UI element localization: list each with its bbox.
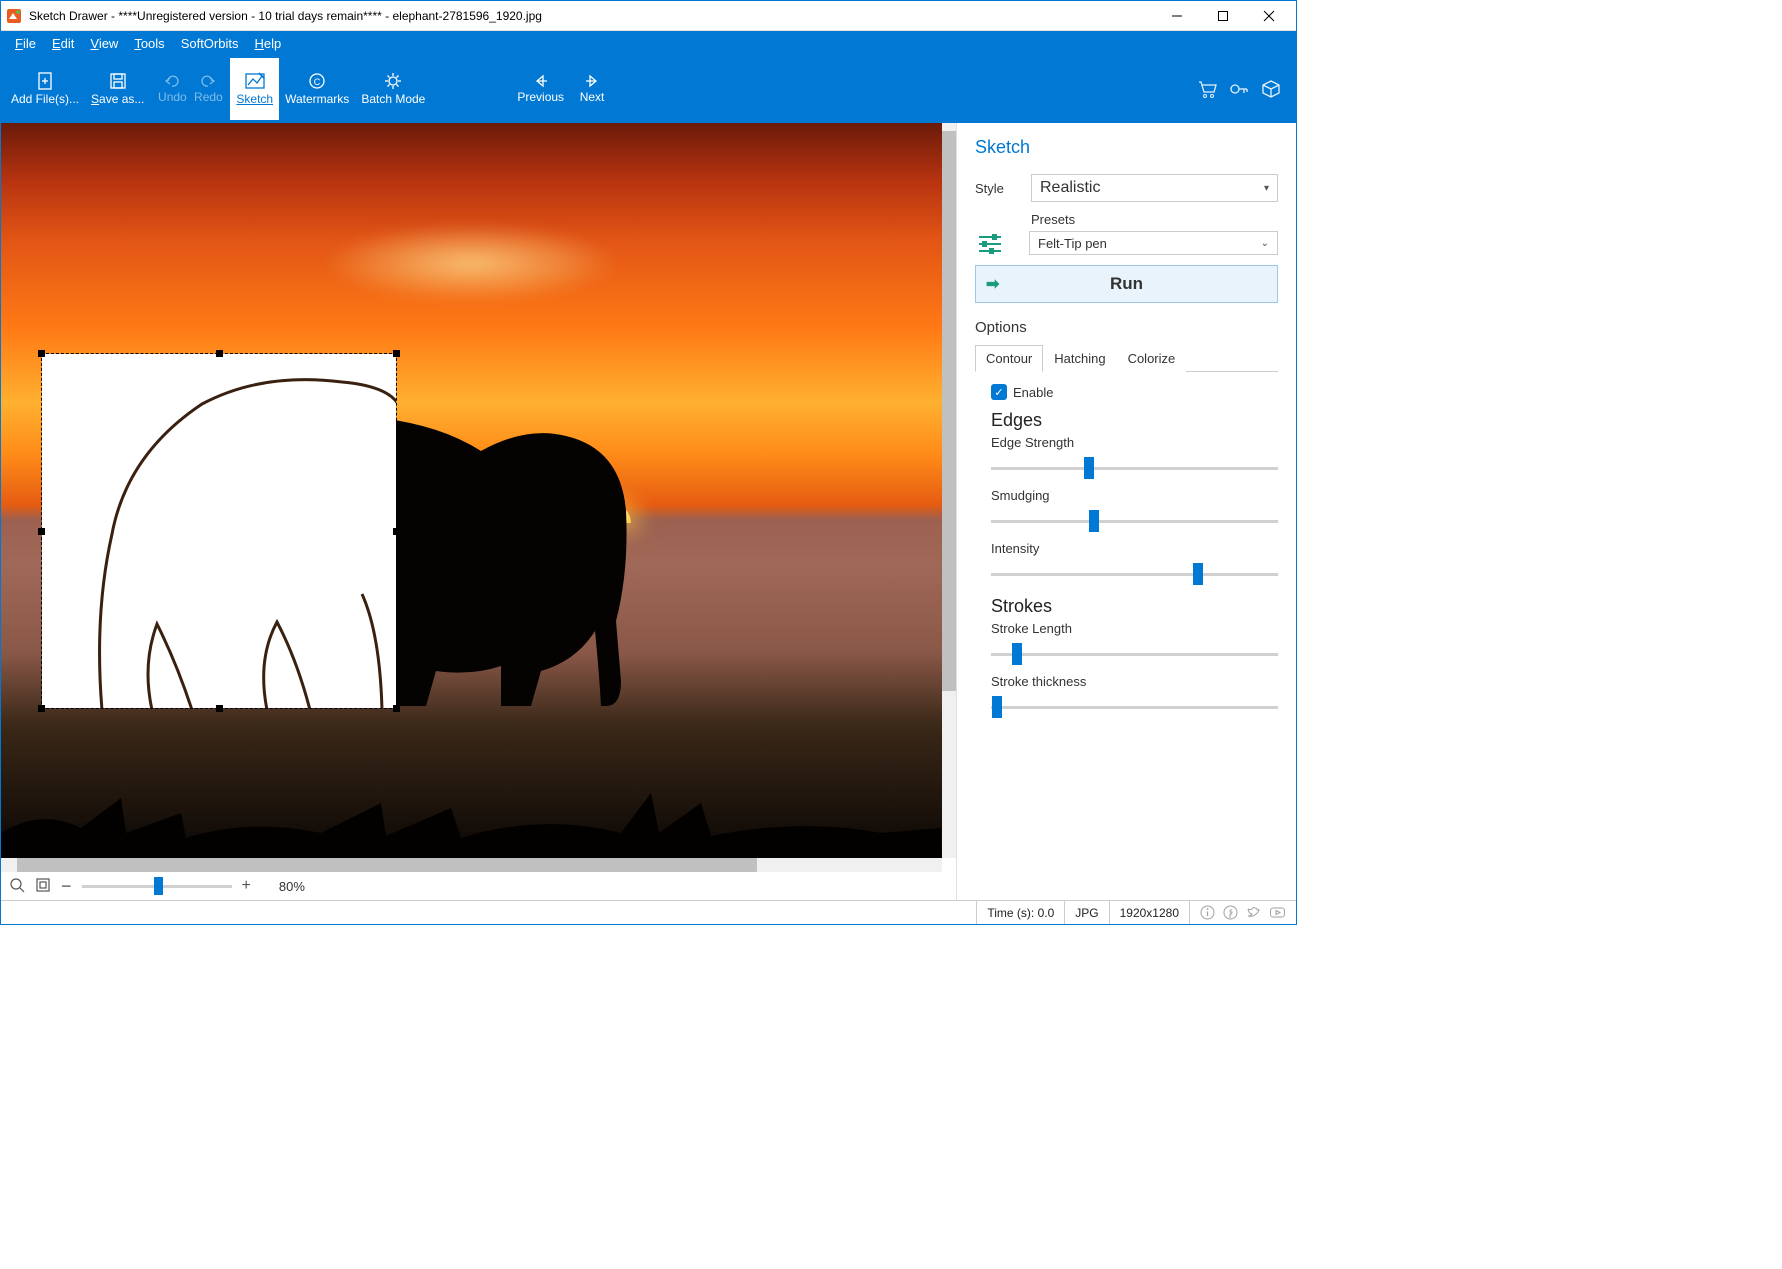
- stroke-thickness-slider[interactable]: [991, 706, 1278, 709]
- window-title: Sketch Drawer - ****Unregistered version…: [29, 9, 1154, 23]
- toolbar: Add File(s)... Save as... Undo Redo Sket…: [1, 55, 1296, 123]
- style-select[interactable]: Realistic▾: [1031, 174, 1278, 202]
- run-button[interactable]: ➡ Run: [975, 265, 1278, 303]
- menu-help[interactable]: Help: [246, 34, 289, 53]
- zoom-bar: − + 80%: [1, 872, 956, 900]
- resize-handle[interactable]: [393, 350, 400, 357]
- selection-box[interactable]: [41, 353, 397, 709]
- strokes-heading: Strokes: [991, 596, 1278, 617]
- horizontal-scrollbar[interactable]: [1, 858, 942, 872]
- sketch-preview: [42, 354, 396, 708]
- resize-handle[interactable]: [216, 705, 223, 712]
- edge-strength-label: Edge Strength: [991, 435, 1278, 450]
- save-icon: [108, 71, 128, 91]
- preset-select[interactable]: Felt-Tip pen⌄: [1029, 231, 1278, 255]
- menu-softorbits[interactable]: SoftOrbits: [173, 34, 247, 53]
- previous-button[interactable]: Previous: [511, 58, 570, 120]
- undo-icon: [163, 73, 181, 89]
- edges-heading: Edges: [991, 410, 1278, 431]
- stroke-length-label: Stroke Length: [991, 621, 1278, 636]
- svg-text:C: C: [314, 77, 321, 87]
- zoom-in-icon[interactable]: +: [242, 877, 251, 895]
- resize-handle[interactable]: [38, 705, 45, 712]
- grass-silhouette: [1, 778, 941, 858]
- app-icon: [5, 7, 23, 25]
- enable-label: Enable: [1013, 385, 1053, 400]
- status-format: JPG: [1064, 901, 1108, 924]
- style-label: Style: [975, 181, 1017, 196]
- chevron-down-icon: ▾: [1264, 183, 1269, 194]
- resize-handle[interactable]: [38, 350, 45, 357]
- chevron-down-icon: ⌄: [1261, 238, 1269, 249]
- minimize-button[interactable]: [1154, 1, 1200, 30]
- key-icon[interactable]: [1228, 78, 1250, 100]
- watermarks-button[interactable]: C Watermarks: [279, 58, 355, 120]
- zoom-slider[interactable]: [82, 885, 232, 888]
- menu-edit[interactable]: Edit: [44, 34, 82, 53]
- tab-hatching[interactable]: Hatching: [1043, 345, 1116, 372]
- redo-button: Redo: [186, 58, 230, 120]
- panel-title: Sketch: [975, 137, 1278, 158]
- redo-icon: [199, 73, 217, 89]
- gear-icon: [383, 71, 403, 91]
- sketch-button[interactable]: Sketch: [230, 58, 279, 120]
- menu-view[interactable]: View: [82, 34, 126, 53]
- stroke-thickness-label: Stroke thickness: [991, 674, 1278, 689]
- save-as-button[interactable]: Save as...: [85, 58, 150, 120]
- add-file-icon: [35, 71, 55, 91]
- status-time: Time (s): 0.0: [976, 901, 1064, 924]
- menu-file[interactable]: File: [7, 34, 44, 53]
- stroke-length-slider[interactable]: [991, 653, 1278, 656]
- resize-handle[interactable]: [393, 705, 400, 712]
- watermark-icon: C: [307, 71, 327, 91]
- intensity-label: Intensity: [991, 541, 1278, 556]
- titlebar: Sketch Drawer - ****Unregistered version…: [1, 1, 1296, 31]
- zoom-actual-icon[interactable]: [9, 877, 25, 896]
- facebook-icon[interactable]: [1223, 905, 1238, 920]
- zoom-out-icon[interactable]: −: [61, 876, 72, 897]
- youtube-icon[interactable]: [1269, 905, 1286, 920]
- add-files-button[interactable]: Add File(s)...: [5, 58, 85, 120]
- resize-handle[interactable]: [38, 528, 45, 535]
- menu-tools[interactable]: Tools: [126, 34, 172, 53]
- status-dimensions: 1920x1280: [1109, 901, 1189, 924]
- sketch-icon: [244, 71, 266, 91]
- intensity-slider[interactable]: [991, 573, 1278, 576]
- arrow-left-icon: [532, 73, 550, 89]
- box-icon[interactable]: [1260, 78, 1282, 100]
- sliders-icon[interactable]: [975, 232, 1005, 254]
- enable-checkbox[interactable]: ✓: [991, 384, 1007, 400]
- zoom-percent: 80%: [279, 879, 305, 894]
- statusbar: Time (s): 0.0 JPG 1920x1280: [1, 900, 1296, 924]
- menubar: File Edit View Tools SoftOrbits Help: [1, 31, 1296, 55]
- options-label: Options: [975, 319, 1278, 336]
- run-arrow-icon: ➡: [986, 274, 999, 294]
- tab-contour[interactable]: Contour: [975, 345, 1043, 372]
- sketch-panel: Sketch Style Realistic▾ Presets Felt-Tip…: [956, 123, 1296, 900]
- twitter-icon[interactable]: [1246, 905, 1261, 920]
- smudging-slider[interactable]: [991, 520, 1278, 523]
- resize-handle[interactable]: [216, 350, 223, 357]
- maximize-button[interactable]: [1200, 1, 1246, 30]
- smudging-label: Smudging: [991, 488, 1278, 503]
- arrow-right-icon: [583, 73, 601, 89]
- cart-icon[interactable]: [1196, 78, 1218, 100]
- info-icon[interactable]: [1200, 905, 1215, 920]
- zoom-fit-icon[interactable]: [35, 877, 51, 896]
- resize-handle[interactable]: [393, 528, 400, 535]
- tab-colorize[interactable]: Colorize: [1117, 345, 1187, 372]
- canvas[interactable]: [1, 123, 956, 858]
- options-tabs: Contour Hatching Colorize: [975, 344, 1278, 372]
- batch-mode-button[interactable]: Batch Mode: [355, 58, 431, 120]
- next-button[interactable]: Next: [570, 58, 614, 120]
- presets-label: Presets: [1031, 212, 1278, 227]
- edge-strength-slider[interactable]: [991, 467, 1278, 470]
- vertical-scrollbar[interactable]: [942, 123, 956, 858]
- close-button[interactable]: [1246, 1, 1292, 30]
